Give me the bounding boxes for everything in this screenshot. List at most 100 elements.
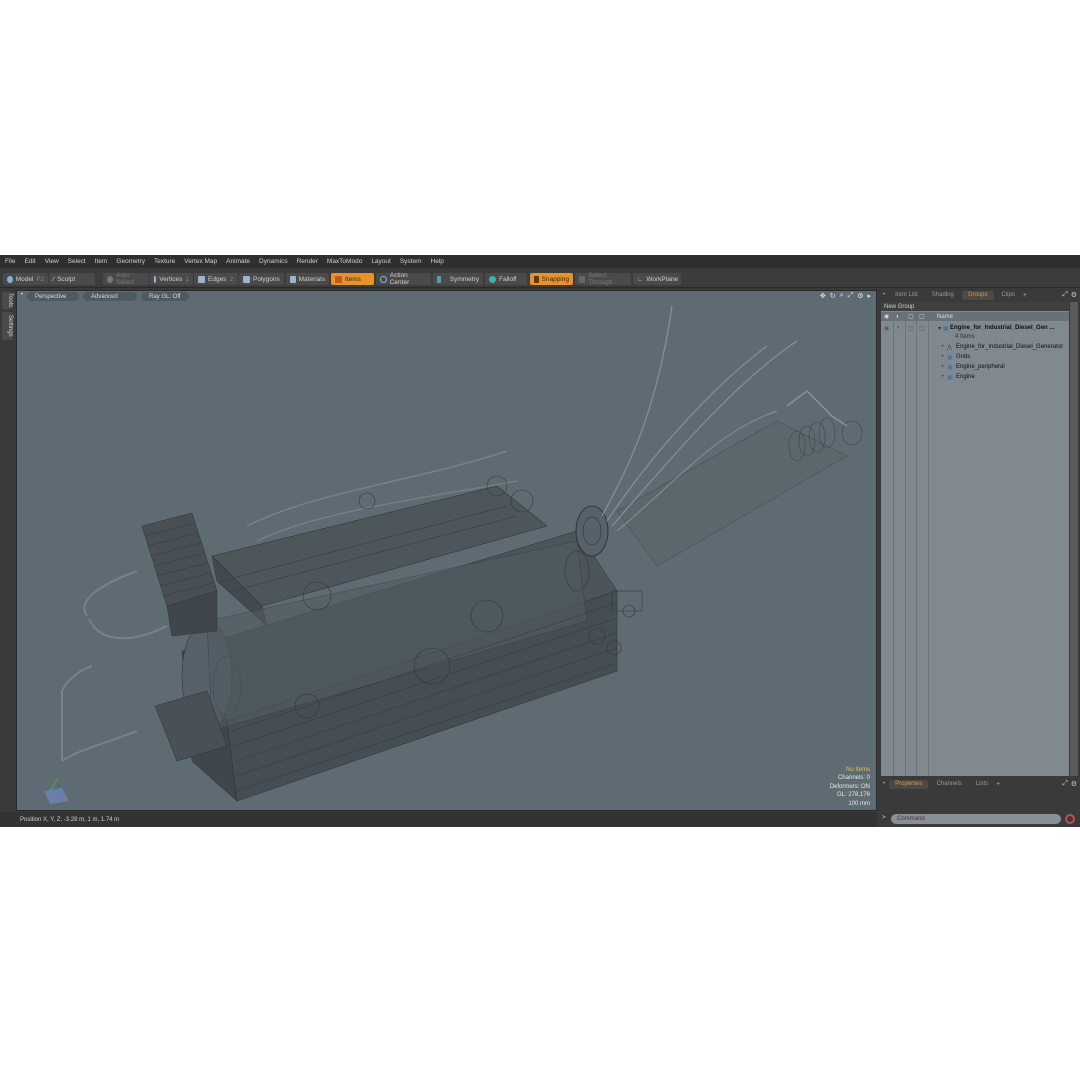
model-label: Model xyxy=(15,275,34,283)
menu-system[interactable]: System xyxy=(400,258,422,265)
add-tab-icon[interactable]: + xyxy=(1023,292,1027,299)
rotate-view-icon[interactable]: ↻ xyxy=(830,292,836,300)
tree-row-child[interactable]: + ▣ Engine_peripheral xyxy=(881,362,1069,372)
menu-texture[interactable]: Texture xyxy=(154,258,175,265)
collapse-icon[interactable]: ▾ xyxy=(938,325,941,332)
maximize-panel-icon[interactable]: ⤢ xyxy=(1062,291,1068,299)
vertices-label: Vertices xyxy=(159,275,183,283)
action-center-label: Action Center xyxy=(389,272,410,286)
tree-row-child[interactable]: + ▣ Engine xyxy=(881,372,1069,382)
menu-item[interactable]: Item xyxy=(95,258,108,265)
gear-icon[interactable]: ⚙ xyxy=(857,292,863,300)
render-icon[interactable]: ◐ xyxy=(897,325,901,331)
menu-layout[interactable]: Layout xyxy=(371,258,391,265)
tab-tools[interactable]: Tools xyxy=(2,292,13,309)
tab-properties[interactable]: Properties xyxy=(889,779,929,789)
menu-select[interactable]: Select xyxy=(68,258,86,265)
groups-scrollbar[interactable] xyxy=(1070,302,1078,776)
expand-icon[interactable]: + xyxy=(941,344,945,350)
sculpt-button[interactable]: ⁄ Sculpt xyxy=(49,273,95,285)
visibility-column-icon[interactable]: ◉ xyxy=(884,313,889,320)
items-icon xyxy=(335,275,342,283)
select-through-button[interactable]: Select Through xyxy=(575,272,631,286)
menu-file[interactable]: File xyxy=(5,258,15,265)
maximize-icon[interactable]: ⤢ xyxy=(848,292,854,300)
tree-row-child[interactable]: + ⋀ Engine_for_Industrial_Diesel_Generat… xyxy=(881,342,1069,352)
menu-bar: File Edit View Select Item Geometry Text… xyxy=(0,255,1080,268)
menu-edit[interactable]: Edit xyxy=(24,258,35,265)
info-items: No Items xyxy=(845,766,870,773)
axis-gizmo xyxy=(44,778,70,804)
model-shortcut: F2 xyxy=(36,275,44,283)
select-column-icon[interactable]: ▢ xyxy=(919,313,925,320)
snapping-label: Snapping xyxy=(541,275,569,283)
action-center-button[interactable]: Action Center xyxy=(376,272,431,286)
items-button[interactable]: Items xyxy=(331,273,374,285)
tab-item-list[interactable]: Item List xyxy=(889,291,924,300)
menu-geometry[interactable]: Geometry xyxy=(116,258,145,265)
tab-shading[interactable]: Shading xyxy=(926,291,960,300)
maximize-panel-icon[interactable]: ⤢ xyxy=(1062,780,1068,788)
tree-row-child[interactable]: + ▣ Grids xyxy=(881,352,1069,362)
raygl-dropdown[interactable]: Ray GL: Off xyxy=(141,292,189,301)
symmetry-button[interactable]: Symmetry xyxy=(433,273,483,285)
zoom-icon[interactable]: ⌕ xyxy=(840,292,844,300)
materials-button[interactable]: Materials xyxy=(286,273,329,285)
panel-gear-icon[interactable]: ⚙ xyxy=(1071,291,1077,299)
chevron-right-icon[interactable]: ▸ xyxy=(867,292,871,300)
panel-menu-icon[interactable]: • xyxy=(883,781,885,787)
select-icon[interactable]: ▢ xyxy=(919,325,925,332)
group-icon: ▣ xyxy=(947,374,953,381)
expand-icon[interactable]: + xyxy=(941,374,945,380)
menu-vertex-map[interactable]: Vertex Map xyxy=(184,258,217,265)
view-type-dropdown[interactable]: Perspective xyxy=(27,292,79,301)
edges-button[interactable]: Edges 2 xyxy=(194,273,238,285)
3d-viewport[interactable]: • Perspective Advanced Ray GL: Off ✥ ↻ ⌕… xyxy=(16,290,877,811)
panel-gear-icon[interactable]: ⚙ xyxy=(1071,780,1077,788)
tab-channels[interactable]: Channels xyxy=(930,780,967,789)
panel-menu-icon[interactable]: • xyxy=(883,292,885,298)
info-gl: GL: 278,176 xyxy=(836,792,870,798)
child-name: Engine xyxy=(956,374,975,380)
menu-maxtomodo[interactable]: MaxToModo xyxy=(327,258,362,265)
tab-lists[interactable]: Lists xyxy=(970,780,994,789)
engine-wireframe-model xyxy=(44,305,863,804)
new-group-button[interactable]: New Group xyxy=(881,302,1069,311)
add-tab-icon[interactable]: + xyxy=(996,781,1000,788)
vertices-button[interactable]: Vertices 1 xyxy=(150,273,193,285)
model-button[interactable]: Model F2 xyxy=(3,273,48,285)
menu-help[interactable]: Help xyxy=(431,258,444,265)
eye-icon[interactable]: ◉ xyxy=(884,325,889,332)
falloff-button[interactable]: Falloff xyxy=(485,273,527,285)
snapping-button[interactable]: Snapping xyxy=(530,273,573,285)
viewport-menu-icon[interactable]: • xyxy=(21,292,23,298)
record-macro-icon[interactable] xyxy=(1065,814,1075,824)
move-view-icon[interactable]: ✥ xyxy=(820,292,826,300)
right-panel: • Item List Shading Groups Clips + ⤢ ⚙ N… xyxy=(879,290,1080,827)
menu-dynamics[interactable]: Dynamics xyxy=(259,258,288,265)
tab-groups[interactable]: Groups xyxy=(961,290,994,300)
items-label: Items xyxy=(345,275,361,283)
command-input[interactable]: Command xyxy=(891,814,1061,824)
tab-settings[interactable]: Settings xyxy=(2,312,13,340)
lock-icon[interactable]: ▢ xyxy=(908,325,914,332)
command-bar: > Command xyxy=(879,812,1080,826)
workplane-icon: ∟ xyxy=(637,275,644,283)
groups-column-header: ◉ ◐ ▢ ▢ Name xyxy=(881,312,1069,321)
shading-mode-dropdown[interactable]: Advanced xyxy=(83,292,137,301)
group-icon: ▣ xyxy=(947,364,953,371)
menu-render[interactable]: Render xyxy=(297,258,318,265)
menu-animate[interactable]: Animate xyxy=(226,258,250,265)
mesh-icon: ⋀ xyxy=(947,344,952,351)
render-column-icon[interactable]: ◐ xyxy=(896,314,900,320)
lock-column-icon[interactable]: ▢ xyxy=(908,313,914,320)
menu-view[interactable]: View xyxy=(45,258,59,265)
expand-icon[interactable]: + xyxy=(941,364,945,370)
auto-select-button[interactable]: Auto Select xyxy=(103,272,149,286)
polygons-button[interactable]: Polygons xyxy=(239,273,284,285)
viewport-nav-icons: ✥ ↻ ⌕ ⤢ ⚙ ▸ xyxy=(820,292,871,300)
column-divider xyxy=(928,321,929,776)
expand-icon[interactable]: + xyxy=(941,354,945,360)
tab-clips[interactable]: Clips xyxy=(996,291,1021,300)
workplane-button[interactable]: ∟ WorkPlane xyxy=(633,273,681,285)
